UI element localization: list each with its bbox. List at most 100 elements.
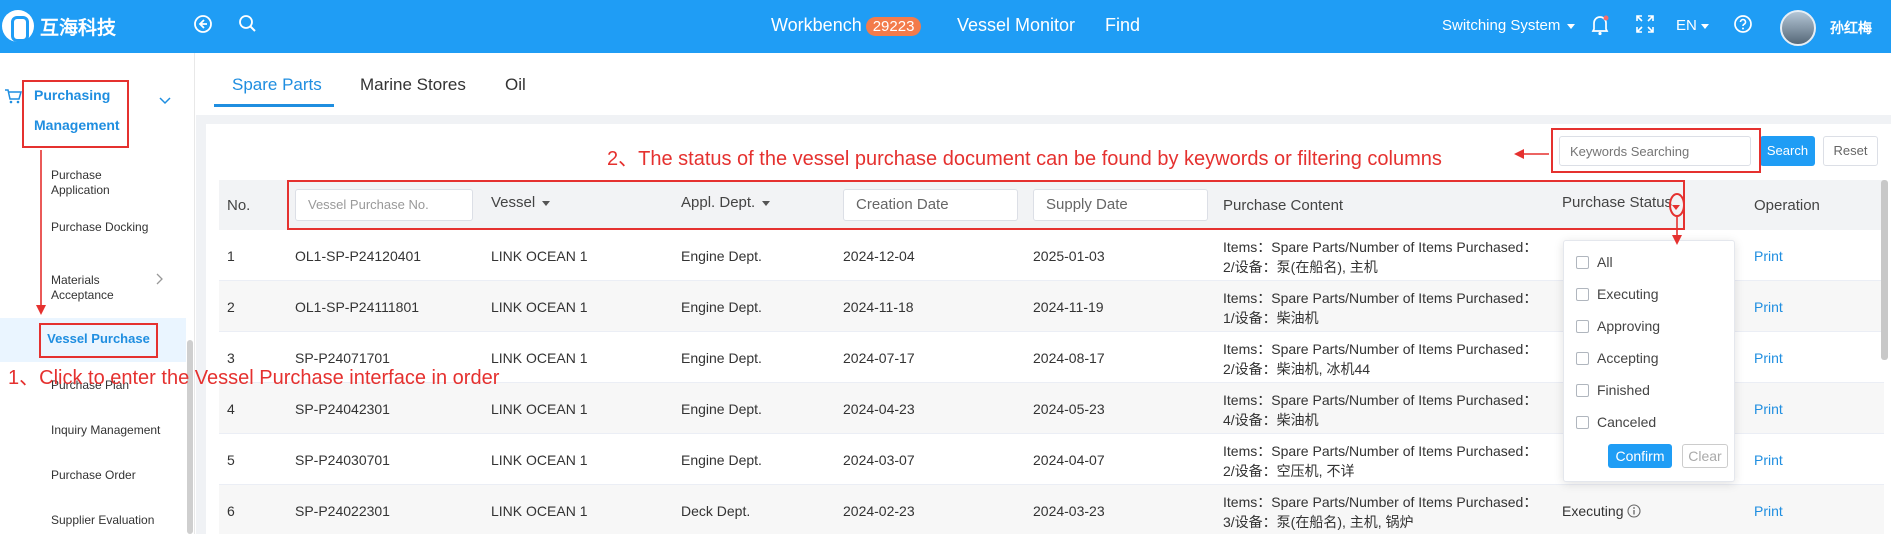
cell-creation-date: 2024-02-23 [843,503,915,519]
sidebar-item-label: Purchase [51,168,102,182]
cell-supply-date: 2024-11-19 [1033,299,1104,315]
checkbox[interactable] [1576,319,1589,333]
avatar[interactable] [1780,10,1816,46]
cell-vessel: LINK OCEAN 1 [491,452,588,468]
content-line: 4/设备：柴油机 [1223,412,1319,428]
switching-system-dropdown[interactable]: Switching System [1442,17,1576,34]
cell-supply-date: 2024-03-23 [1033,503,1105,519]
content-line: 2/设备：柴油机, 冰机44 [1223,361,1371,377]
status-option-approving[interactable]: Approving [1576,318,1660,334]
annotation-step1: 1、Click to enter the Vessel Purchase int… [8,367,500,389]
content-line: 2/设备：空压机, 不详 [1223,463,1355,479]
sidebar-item-inquiry-management[interactable]: Inquiry Management [51,423,160,438]
cart-icon [4,88,22,107]
tab-bar: Spare Parts Marine Stores Oil [196,53,1891,115]
nav-workbench[interactable]: Workbench 29223 [771,15,922,36]
cell-vessel: LINK OCEAN 1 [491,248,588,264]
cell-supply-date: 2024-04-07 [1033,452,1105,468]
brand-name: 互海科技 [40,16,117,39]
cell-vessel: LINK OCEAN 1 [491,503,588,519]
cell-supply-date: 2024-05-23 [1033,401,1105,417]
table-scrollbar[interactable] [1881,180,1888,360]
cell-purchase-content: Items：Spare Parts/Number of Items Purcha… [1223,492,1537,532]
cell-purchase-no: OL1-SP-P24120401 [295,248,422,264]
purchase-status-filter-dropdown: All Executing Approving Accepting Finish… [1563,240,1735,482]
search-button[interactable]: Search [1760,136,1815,166]
cell-purchase-no: SP-P24030701 [295,452,390,468]
filter-confirm-button[interactable]: Confirm [1608,444,1672,468]
status-text: Executing [1562,503,1624,519]
chevron-down-icon[interactable] [159,93,171,108]
brand-logo[interactable]: 互海科技 [2,10,116,42]
checkbox[interactable] [1576,255,1589,269]
checkbox[interactable] [1576,415,1589,429]
print-link[interactable]: Print [1754,248,1783,264]
cell-dept: Engine Dept. [681,452,762,468]
col-header-no: No. [227,197,251,214]
content-line: Items：Spare Parts/Number of Items Purcha… [1223,341,1538,357]
print-link[interactable]: Print [1754,401,1783,417]
bell-icon[interactable] [1590,14,1610,42]
reset-button[interactable]: Reset [1823,136,1878,166]
cell-dept: Deck Dept. [681,503,751,519]
option-label: Accepting [1597,350,1659,366]
language-dropdown[interactable]: EN [1676,17,1709,34]
cell-creation-date: 2024-03-07 [843,452,915,468]
chevron-right-icon[interactable] [156,273,164,288]
fullscreen-icon[interactable] [1635,14,1655,40]
status-option-finished[interactable]: Finished [1576,382,1650,398]
checkbox[interactable] [1576,351,1589,365]
cell-creation-date: 2024-07-17 [843,350,915,366]
status-option-accepting[interactable]: Accepting [1576,350,1658,366]
cell-purchase-content: Items：Spare Parts/Number of Items Purcha… [1223,339,1537,379]
option-label: Approving [1597,318,1661,334]
sidebar-item-purchase-application[interactable]: Purchase Application [51,168,110,198]
cell-purchase-content: Items：Spare Parts/Number of Items Purcha… [1223,237,1537,277]
content-line: Items：Spare Parts/Number of Items Purcha… [1223,239,1538,255]
tab-spare-parts[interactable]: Spare Parts [232,75,322,95]
content-line: 2/设备：泵(在船名), 主机 [1223,259,1378,275]
table-row[interactable]: 6 SP-P24022301 LINK OCEAN 1 Deck Dept. 2… [219,485,1884,534]
content-line: Items：Spare Parts/Number of Items Purcha… [1223,290,1538,306]
search-icon[interactable] [238,14,258,40]
checkbox[interactable] [1576,287,1589,301]
option-label: Finished [1597,382,1650,398]
content-line: Items：Spare Parts/Number of Items Purcha… [1223,443,1538,459]
annotation-highlight-vessel-purchase [39,323,158,358]
cell-creation-date: 2024-11-18 [843,299,914,315]
content-line: 1/设备：柴油机 [1223,310,1319,326]
status-option-canceled[interactable]: Canceled [1576,414,1656,430]
status-option-all[interactable]: All [1576,254,1613,270]
cell-status: Executing [1562,503,1641,519]
sidebar-item-materials-acceptance[interactable]: Materials Acceptance [51,273,114,303]
sidebar-item-purchase-docking[interactable]: Purchase Docking [51,220,148,235]
top-bar: 互海科技 Workbench 29223 Vessel Monitor Find … [0,0,1891,53]
filter-clear-button[interactable]: Clear [1682,444,1728,468]
cell-no: 4 [227,401,235,417]
tab-marine-stores[interactable]: Marine Stores [360,75,466,95]
active-tab-indicator [214,104,334,107]
annotation-step2: 2、The status of the vessel purchase docu… [607,148,1442,170]
nav-find[interactable]: Find [1105,15,1140,36]
user-name[interactable]: 孙红梅 [1830,18,1872,38]
checkbox[interactable] [1576,383,1589,397]
help-icon[interactable] [1733,14,1753,40]
print-link[interactable]: Print [1754,299,1783,315]
tab-oil[interactable]: Oil [505,75,526,95]
status-option-executing[interactable]: Executing [1576,286,1658,302]
nav-vessel-monitor[interactable]: Vessel Monitor [957,15,1075,36]
sidebar-item-purchase-order[interactable]: Purchase Order [51,468,136,483]
col-header-operation: Operation [1754,197,1820,214]
cell-dept: Engine Dept. [681,350,762,366]
content-line: Items：Spare Parts/Number of Items Purcha… [1223,494,1538,510]
print-link[interactable]: Print [1754,503,1783,519]
chevron-down-icon [1567,23,1576,29]
sidebar-item-supplier-evaluation[interactable]: Supplier Evaluation [51,513,154,528]
cell-no: 5 [227,452,235,468]
print-link[interactable]: Print [1754,350,1783,366]
option-label: All [1597,254,1613,270]
back-icon[interactable] [193,14,213,40]
cell-vessel: LINK OCEAN 1 [491,350,588,366]
print-link[interactable]: Print [1754,452,1783,468]
info-icon[interactable] [1627,503,1641,519]
